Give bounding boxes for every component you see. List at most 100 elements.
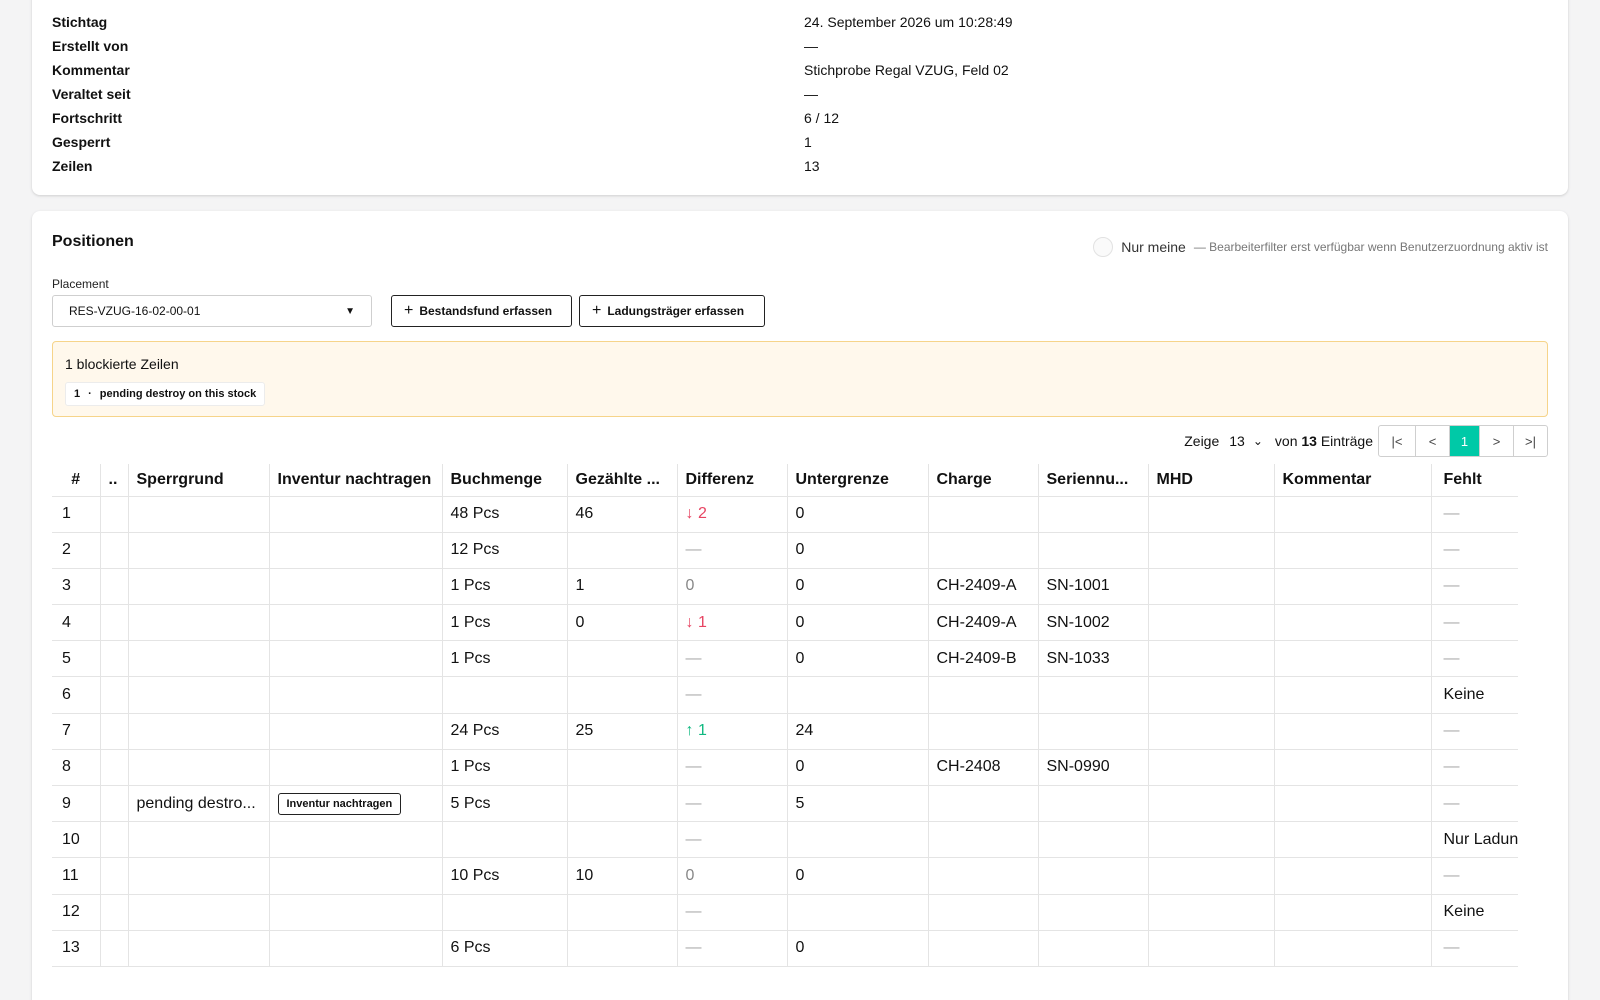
pager-entries-label: Einträge bbox=[1320, 433, 1373, 449]
cell-n: 7 bbox=[52, 713, 101, 750]
cell-n: 12 bbox=[52, 894, 101, 931]
cell-n: 2 bbox=[52, 532, 101, 569]
placement-select[interactable]: RES-VZUG-16-02-00-01 ▼ bbox=[52, 295, 372, 327]
section-title: Positionen bbox=[52, 233, 134, 250]
detail-key: Kommentar bbox=[52, 62, 130, 78]
cell-extra bbox=[100, 496, 129, 533]
cell-extra bbox=[100, 821, 129, 859]
table-row[interactable]: 51 Pcs —0 CH-2409-B SN-1033— bbox=[52, 640, 1518, 678]
page-1-button[interactable]: 1 bbox=[1449, 426, 1479, 456]
last-page-button[interactable]: >| bbox=[1513, 426, 1547, 456]
cell-nachtragen bbox=[269, 821, 443, 859]
table-row[interactable]: 11 10 Pcs 10 0 0— bbox=[52, 857, 1518, 895]
detail-value: 24. September 2026 um 10:28:49 bbox=[804, 14, 1013, 30]
table-row[interactable]: 9 pending destro... Inventur nachtragen 5 P… bbox=[52, 785, 1518, 823]
cell-mhd bbox=[1148, 604, 1275, 642]
cell-serie: SN-1002 bbox=[1038, 604, 1149, 642]
cell-kommentar bbox=[1274, 532, 1432, 569]
column-header[interactable]: Kommentar bbox=[1274, 464, 1432, 497]
cell-charge: CH-2409-A bbox=[928, 604, 1039, 642]
table-row[interactable]: 31 Pcs 1 0 0 CH-2409-A SN-1001— bbox=[52, 568, 1518, 606]
table-row[interactable]: 2 12 Pcs —0— bbox=[52, 532, 1518, 569]
cell-buchmenge: 24 Pcs bbox=[442, 713, 568, 750]
cell-buchmenge bbox=[442, 894, 568, 931]
cell-charge: CH-2409-B bbox=[928, 640, 1039, 678]
table-row[interactable]: 1 48 Pcs 46 ↓ 2 0 — bbox=[52, 496, 1518, 533]
page-size-select[interactable]: 13 ⌄ bbox=[1229, 433, 1263, 449]
bestandsfund-button[interactable]: + Bestandsfund erfassen bbox=[391, 295, 572, 327]
column-header[interactable]: Differenz bbox=[677, 464, 788, 497]
cell-charge bbox=[928, 496, 1039, 533]
my-filter-toggle[interactable] bbox=[1093, 237, 1114, 257]
cell-nachtragen bbox=[269, 857, 443, 895]
cell-mhd bbox=[1148, 640, 1275, 678]
cell-fehlt: — bbox=[1431, 568, 1518, 606]
column-header[interactable]: MHD bbox=[1148, 464, 1275, 497]
table-row[interactable]: 41 Pcs 0 ↓ 1 0 CH-2409-A SN-1002— bbox=[52, 604, 1518, 642]
detail-key: Zeilen bbox=[52, 158, 93, 174]
cell-kommentar bbox=[1274, 785, 1432, 823]
cell-kommentar bbox=[1274, 713, 1432, 750]
cell-gezaehlt bbox=[567, 821, 678, 859]
table-body: 1 48 Pcs 46 ↓ 2 0—2 12 Pcs —0—3 1 Pcs 1 0 0 CH-2409… bbox=[52, 496, 1518, 967]
cell-extra bbox=[100, 857, 129, 895]
cell-untergrenze bbox=[787, 821, 929, 859]
details-card: Stichtag 24. September 2026 um 10:28:49 Er… bbox=[32, 0, 1568, 195]
my-filter: Nur meine — Bearbeiterfilter erst verfüg… bbox=[1093, 237, 1548, 257]
next-page-button[interactable]: > bbox=[1479, 426, 1513, 456]
cell-kommentar bbox=[1274, 749, 1432, 787]
inventur-nachtragen-button[interactable]: Inventur nachtragen bbox=[277, 792, 402, 815]
pager-buttons: |< < 1 > >| bbox=[1378, 425, 1548, 457]
column-header[interactable]: .. bbox=[100, 464, 129, 497]
column-header[interactable]: # bbox=[52, 464, 101, 497]
column-header[interactable]: Buchmenge bbox=[442, 464, 568, 497]
cell-kommentar bbox=[1274, 640, 1432, 678]
cell-gezaehlt bbox=[567, 676, 678, 714]
cell-mhd bbox=[1148, 821, 1275, 859]
column-header[interactable]: Fehlt bbox=[1431, 464, 1518, 497]
column-header[interactable]: Untergrenze bbox=[787, 464, 929, 497]
cell-kommentar bbox=[1274, 604, 1432, 642]
cell-mhd bbox=[1148, 749, 1275, 787]
cell-n: 8 bbox=[52, 749, 101, 787]
column-header[interactable]: Seriennu... bbox=[1038, 464, 1149, 497]
cell-mhd bbox=[1148, 496, 1275, 533]
cell-fehlt: — bbox=[1431, 930, 1518, 967]
pager-total: 13 bbox=[1301, 433, 1317, 449]
table-row[interactable]: 7 24 Pcs 25 ↑ 1 24 — bbox=[52, 713, 1518, 750]
cell-gezaehlt: 10 bbox=[567, 857, 678, 895]
cell-untergrenze bbox=[787, 676, 929, 714]
cell-mhd bbox=[1148, 785, 1275, 823]
prev-page-button[interactable]: < bbox=[1415, 426, 1449, 456]
cell-kommentar bbox=[1274, 894, 1432, 931]
cell-serie bbox=[1038, 930, 1149, 967]
table-row[interactable]: 6 — Keine bbox=[52, 676, 1518, 714]
blocked-line-chip: 1 · pending destroy on this stock bbox=[65, 382, 266, 406]
cell-sperrgrund bbox=[128, 604, 270, 642]
cell-sperrgrund bbox=[128, 749, 270, 787]
cell-fehlt: — bbox=[1431, 496, 1518, 533]
first-page-button[interactable]: |< bbox=[1379, 426, 1415, 456]
column-header[interactable]: Gezählte ... bbox=[567, 464, 678, 497]
cell-kommentar bbox=[1274, 568, 1432, 606]
column-header[interactable]: Charge bbox=[928, 464, 1039, 497]
table-row[interactable]: 10 — Nur Ladung bbox=[52, 821, 1518, 859]
detail-key: Stichtag bbox=[52, 14, 108, 30]
column-header[interactable]: Sperrgrund bbox=[128, 464, 270, 497]
cell-kommentar bbox=[1274, 676, 1432, 714]
cell-diff: ↑ 1 bbox=[677, 713, 788, 750]
column-header[interactable]: Inventur nachtragen bbox=[269, 464, 443, 497]
cell-diff: 0 bbox=[677, 857, 788, 895]
cell-diff: ↓ 1 bbox=[677, 604, 788, 642]
cell-serie bbox=[1038, 821, 1149, 859]
cell-sperrgrund bbox=[128, 930, 270, 967]
table-row[interactable]: 12 — Keine bbox=[52, 894, 1518, 931]
cell-extra bbox=[100, 568, 129, 606]
table-row[interactable]: 13 6 Pcs —0— bbox=[52, 930, 1518, 967]
cell-mhd bbox=[1148, 713, 1275, 750]
table-row[interactable]: 81 Pcs —0 CH-2408 SN-0990— bbox=[52, 749, 1518, 787]
cell-fehlt: — bbox=[1431, 713, 1518, 750]
ladungstraeger-button[interactable]: + Ladungsträger erfassen bbox=[579, 295, 765, 327]
table-header-row: #.. Sperrgrund Inventur nachtragen Buchmeng… bbox=[52, 464, 1518, 497]
cell-nachtragen bbox=[269, 496, 443, 533]
